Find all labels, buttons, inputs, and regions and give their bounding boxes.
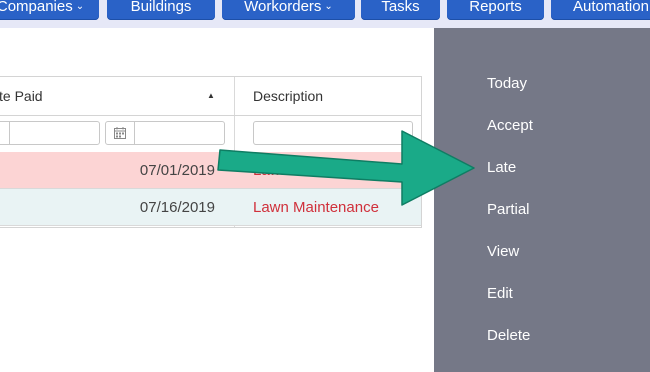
menu-item-view[interactable]: View — [487, 240, 519, 264]
date-paid-cell: 07/16/2019 — [139, 199, 215, 216]
menu-item-edit[interactable]: Edit — [487, 282, 513, 306]
description-cell[interactable]: Lawn Mainte… — [253, 152, 353, 189]
nav-reports-label: Reports — [469, 0, 522, 15]
grid-header-row: te Paid ▲ Description — [0, 77, 421, 116]
grid-filter-row — [0, 115, 421, 153]
menu-item-today[interactable]: Today — [487, 72, 527, 96]
nav-workorders[interactable]: Workorders ⌄ — [222, 0, 355, 20]
date-paid-cell: 07/01/2019 — [139, 162, 215, 179]
menu-item-partial[interactable]: Partial — [487, 198, 530, 222]
nav-automation-label: Automation — [573, 0, 649, 15]
nav-tasks[interactable]: Tasks — [361, 0, 440, 20]
row-context-menu: Today Accept Late Partial View Edit Dele… — [434, 28, 650, 372]
chevron-down-icon: ⌄ — [75, 1, 85, 12]
nav-buildings-label: Buildings — [130, 0, 192, 15]
nav-tasks-label: Tasks — [381, 0, 420, 15]
sort-ascending-icon[interactable]: ▲ — [207, 77, 215, 115]
column-header-date-paid-label: te Paid — [0, 88, 43, 104]
date-from-filter[interactable] — [0, 121, 100, 145]
nav-reports[interactable]: Reports — [447, 0, 544, 20]
nav-automation[interactable]: Automation — [551, 0, 650, 20]
date-to-filter[interactable] — [105, 121, 225, 145]
menu-item-delete[interactable]: Delete — [487, 324, 530, 348]
nav-workorders-label: Workorders — [244, 0, 322, 15]
nav-companies[interactable]: Companies ⌄ — [0, 0, 99, 20]
menu-item-late[interactable]: Late — [487, 156, 516, 180]
description-cell[interactable]: Lawn Maintenance — [253, 189, 379, 226]
column-header-description-label: Description — [253, 88, 324, 104]
nav-companies-label: Companies — [0, 0, 73, 15]
filter-divider — [9, 122, 10, 144]
column-header-description[interactable]: Description — [253, 77, 413, 115]
top-nav-bar: Companies ⌄ Buildings Workorders ⌄ Tasks R… — [0, 0, 650, 28]
calendar-icon[interactable] — [114, 127, 126, 139]
filter-divider — [134, 122, 135, 144]
menu-item-accept[interactable]: Accept — [487, 114, 533, 138]
table-row[interactable]: 07/16/2019 Lawn Maintenance — [0, 189, 421, 226]
table-row[interactable]: 07/01/2019 Lawn Mainte… — [0, 152, 421, 189]
column-header-date-paid[interactable]: te Paid ▲ — [0, 77, 229, 115]
chevron-down-icon: ⌄ — [324, 1, 333, 12]
nav-buildings[interactable]: Buildings — [107, 0, 215, 20]
description-filter[interactable] — [253, 121, 413, 145]
payments-grid: te Paid ▲ Description 07/01/2019 Lawn Ma… — [0, 76, 422, 228]
